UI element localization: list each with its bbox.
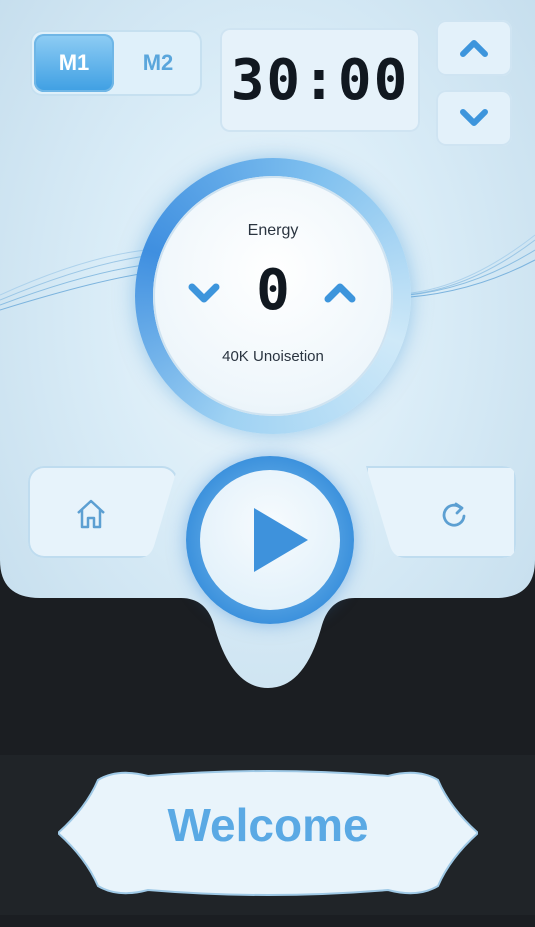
energy-mode-label: 40K Unoisetion <box>222 348 324 365</box>
timer-decrease-button[interactable] <box>436 90 512 146</box>
refresh-icon <box>436 496 472 532</box>
home-icon <box>73 496 109 532</box>
mode-m1-button[interactable]: M1 <box>34 34 114 92</box>
mode-selector: M1 M2 <box>30 30 202 96</box>
energy-increase-button[interactable] <box>320 278 360 308</box>
energy-label: Energy <box>247 222 299 239</box>
chevron-down-icon <box>460 109 488 126</box>
energy-decrease-button[interactable] <box>184 278 224 308</box>
timer-display: 30:00 <box>220 28 420 132</box>
device-screen: M1 M2 30:00 Energy 0 40K Unoisetion Welc… <box>0 0 535 927</box>
chevron-down-icon <box>188 283 220 303</box>
mode-m2-button[interactable]: M2 <box>118 34 198 92</box>
welcome-message: Welcome <box>167 799 369 851</box>
chevron-up-icon <box>460 40 488 57</box>
chevron-up-icon <box>324 283 356 303</box>
play-icon[interactable] <box>236 500 316 580</box>
timer-value: 30:00 <box>230 47 410 113</box>
timer-increase-button[interactable] <box>436 20 512 76</box>
